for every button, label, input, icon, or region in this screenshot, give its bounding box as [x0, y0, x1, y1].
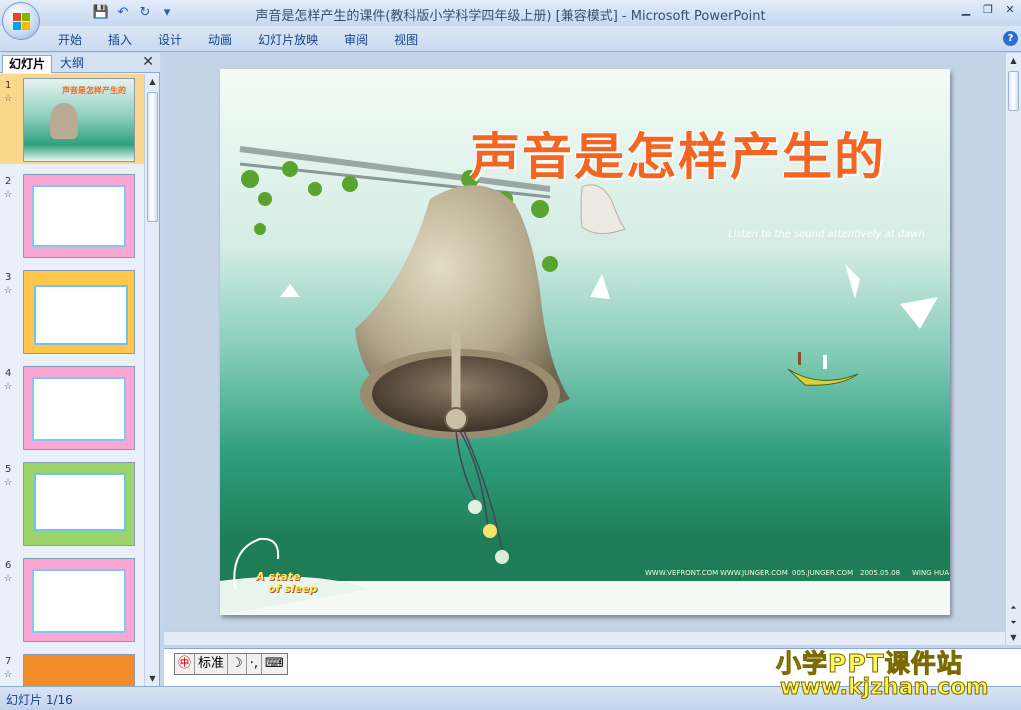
minimize-icon[interactable]: ▁: [955, 0, 977, 20]
animation-star-icon: ☆: [4, 670, 13, 680]
thumbnail-row[interactable]: 5 ☆: [0, 458, 144, 548]
pane-tabs: 幻灯片 大纲 ✕: [0, 53, 160, 73]
slide-footer: WWW.VEFRONT.COM WWW.JUNGER.COM 005.JUNGE…: [220, 569, 950, 581]
office-button[interactable]: [2, 2, 40, 40]
scroll-up-icon[interactable]: ▲: [145, 74, 160, 89]
scroll-up-icon[interactable]: ▲: [1006, 53, 1021, 68]
footer-text: WWW.JUNGER.COM: [720, 569, 788, 577]
tab-design[interactable]: 设计: [145, 31, 195, 49]
thumbnail-row[interactable]: 7 ☆: [0, 650, 144, 686]
watermark-url: www.kjzhan.com: [780, 675, 990, 701]
slide-number: 1: [5, 80, 12, 91]
slide-thumbnails: 1 ☆ 声音是怎样产生的 2 ☆ 3 ☆ 4 ☆ 5 ☆ 6 ☆ 7 ☆: [0, 74, 144, 686]
current-slide[interactable]: 声音是怎样产生的 Listen to the sound attentively…: [220, 69, 950, 615]
footer-text: 005.JUNGER.COM: [792, 569, 854, 577]
slide-thumbnail[interactable]: [23, 270, 135, 354]
title-bar: 💾 ↶ ↻ ▾ 声音是怎样产生的课件(教科版小学科学四年级上册) [兼容模式] …: [0, 0, 1021, 26]
slide-thumbnail[interactable]: [23, 558, 135, 642]
ime-logo-icon[interactable]: ㊥: [175, 654, 196, 674]
close-pane-icon[interactable]: ✕: [142, 54, 154, 70]
logo-line: of sleep: [268, 582, 318, 595]
slide-counter: 幻灯片 1/16: [6, 693, 73, 707]
tab-animations[interactable]: 动画: [195, 31, 245, 49]
punctuation-icon[interactable]: ·,: [247, 654, 262, 674]
tab-review[interactable]: 审阅: [331, 31, 381, 49]
footer-text: WWW.VEFRONT.COM: [645, 569, 719, 577]
scroll-down-icon[interactable]: ▼: [145, 671, 160, 686]
slide-number: 5: [5, 464, 12, 475]
tab-view[interactable]: 视图: [381, 31, 431, 49]
slide-thumbnail[interactable]: [23, 654, 135, 686]
slide-thumbnail[interactable]: [23, 366, 135, 450]
restore-icon[interactable]: ❐: [977, 0, 999, 20]
scroll-thumb[interactable]: [147, 92, 158, 222]
slide-number: 6: [5, 560, 12, 571]
slide-number: 3: [5, 272, 12, 283]
thumbnail-row[interactable]: 4 ☆: [0, 362, 144, 452]
ribbon: 开始 插入 设计 动画 幻灯片放映 审阅 视图 ?: [0, 26, 1021, 52]
footer-text: WING HUA: [912, 569, 950, 577]
editor-vertical-scrollbar[interactable]: ▲ ⏶ ⏷ ▼: [1005, 53, 1021, 645]
scroll-down-icon[interactable]: ▼: [1006, 630, 1021, 645]
tab-outline[interactable]: 大纲: [54, 55, 90, 73]
tab-slideshow[interactable]: 幻灯片放映: [245, 31, 331, 49]
animation-star-icon: ☆: [4, 94, 13, 104]
thumbnail-row[interactable]: 6 ☆: [0, 554, 144, 644]
slide-thumbnail[interactable]: [23, 174, 135, 258]
scroll-thumb[interactable]: [1008, 71, 1019, 111]
window-controls: ▁ ❐ ✕: [955, 0, 1021, 22]
thumbnail-row[interactable]: 3 ☆: [0, 266, 144, 356]
soft-keyboard-icon[interactable]: ⌨: [262, 654, 287, 674]
animation-star-icon: ☆: [4, 574, 13, 584]
animation-star-icon: ☆: [4, 478, 13, 488]
tab-insert[interactable]: 插入: [95, 31, 145, 49]
slides-pane: 幻灯片 大纲 ✕ 1 ☆ 声音是怎样产生的 2 ☆ 3 ☆ 4 ☆ 5 ☆ 6 …: [0, 53, 160, 686]
slide-thumbnail[interactable]: 声音是怎样产生的: [23, 78, 135, 162]
editor-horizontal-scrollbar[interactable]: [164, 631, 1005, 645]
slide-subtitle: Listen to the sound attentively at dawn: [728, 229, 925, 240]
help-icon[interactable]: ?: [1003, 31, 1018, 46]
animation-star-icon: ☆: [4, 190, 13, 200]
slide-number: 2: [5, 176, 12, 187]
thumbnail-row[interactable]: 2 ☆: [0, 170, 144, 260]
slide-editor: 声音是怎样产生的 Listen to the sound attentively…: [164, 53, 1005, 645]
animation-star-icon: ☆: [4, 382, 13, 392]
footer-text: 2005.05.08: [860, 569, 901, 577]
half-width-icon[interactable]: ☽: [228, 654, 247, 674]
ime-mode-label[interactable]: 标准: [195, 654, 229, 674]
slide-logo-text: A state of sleep: [256, 571, 317, 595]
previous-slide-icon[interactable]: ⏶: [1006, 600, 1021, 615]
ribbon-tabs: 开始 插入 设计 动画 幻灯片放映 审阅 视图: [45, 31, 431, 49]
slide-number: 7: [5, 656, 12, 667]
close-icon[interactable]: ✕: [999, 0, 1021, 20]
slide-thumbnail[interactable]: [23, 462, 135, 546]
slide-title[interactable]: 声音是怎样产生的: [470, 117, 886, 189]
office-logo-icon: [13, 13, 31, 31]
window-title: 声音是怎样产生的课件(教科版小学科学四年级上册) [兼容模式] - Micros…: [255, 9, 766, 24]
thumbnails-scrollbar[interactable]: ▲ ▼: [144, 74, 159, 686]
slide-number: 4: [5, 368, 12, 379]
tab-slides[interactable]: 幻灯片: [2, 55, 53, 73]
next-slide-icon[interactable]: ⏷: [1006, 615, 1021, 630]
thumbnail-row[interactable]: 1 ☆ 声音是怎样产生的: [0, 74, 144, 164]
ime-toolbar: ㊥ 标准 ☽ ·, ⌨: [174, 653, 288, 675]
tab-home[interactable]: 开始: [45, 31, 95, 49]
animation-star-icon: ☆: [4, 286, 13, 296]
